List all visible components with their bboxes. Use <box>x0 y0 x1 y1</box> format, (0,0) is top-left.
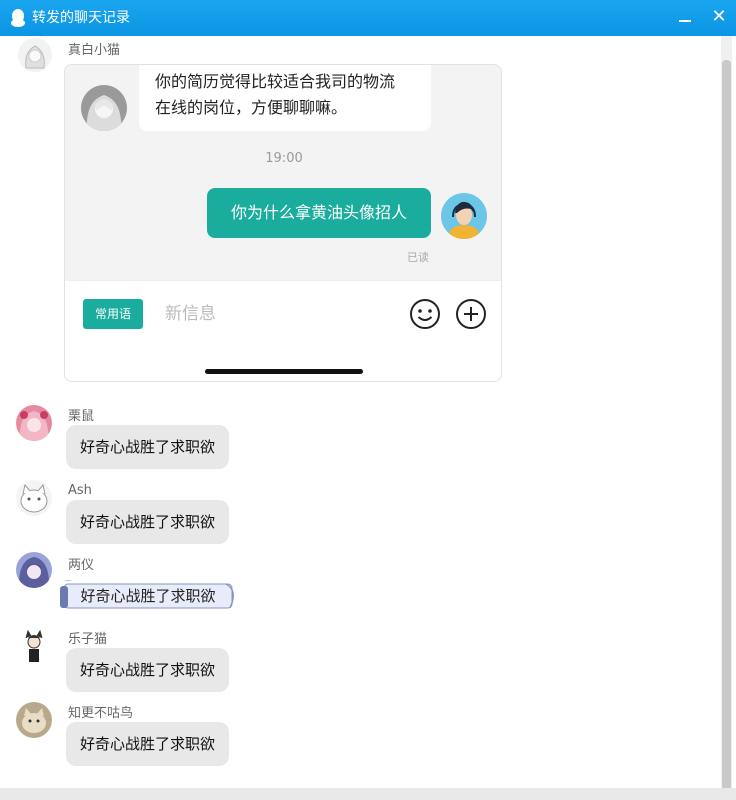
window-title: 转发的聊天记录 <box>32 10 130 26</box>
window-bottom-edge <box>0 788 736 800</box>
smiley-icon <box>410 299 440 329</box>
close-icon[interactable]: ✕ <box>708 6 730 28</box>
message-text: 好奇心战胜了求职欲 <box>80 587 216 605</box>
message-bubble: 好奇心战胜了求职欲 <box>66 648 230 692</box>
avatar[interactable] <box>16 702 52 738</box>
avatar <box>441 193 487 239</box>
message-bubble: 好奇心战胜了求职欲 <box>66 425 230 469</box>
message-input-placeholder: 新信息 <box>165 304 216 324</box>
sender-name: 乐子猫 <box>68 632 108 647</box>
timestamp: 19:00 <box>265 151 303 166</box>
message-bubble: 好奇心战胜了求职欲 <box>60 580 236 612</box>
avatar[interactable] <box>16 405 52 441</box>
message-line: 你的简历觉得比较适合我司的物流 <box>155 72 396 91</box>
forwarded-screenshot[interactable]: 你的简历觉得比较适合我司的物流 在线的岗位，方便聊聊嘛。 19:00 你为什么拿… <box>64 64 502 382</box>
home-indicator <box>205 369 363 374</box>
minimize-icon[interactable] <box>674 6 696 28</box>
sender-name: 知更不咕鸟 <box>68 706 134 721</box>
sender-name: 真白小猫 <box>68 43 121 58</box>
qq-penguin-icon <box>11 9 25 27</box>
message-bubble: 好奇心战胜了求职欲 <box>66 722 230 766</box>
read-status: 已读 <box>407 251 429 264</box>
incoming-message: 你的简历觉得比较适合我司的物流 在线的岗位，方便聊聊嘛。 <box>139 65 431 131</box>
message-bubble: 好奇心战胜了求职欲 <box>66 500 230 544</box>
scrollbar-thumb[interactable] <box>722 60 731 790</box>
input-area: 常用语 新信息 <box>65 280 501 381</box>
title-bar: 转发的聊天记录 ✕ <box>0 0 736 36</box>
outgoing-message: 你为什么拿黄油头像招人 <box>207 188 431 238</box>
avatar[interactable] <box>16 628 52 664</box>
avatar[interactable] <box>18 38 52 72</box>
plus-circle-icon <box>456 299 486 329</box>
sender-name: 两仪 <box>68 558 95 573</box>
sender-name: Ash <box>68 483 92 498</box>
avatar <box>81 85 127 131</box>
quick-phrase-button: 常用语 <box>83 299 143 329</box>
sender-name: 栗鼠 <box>68 409 95 424</box>
message-line: 在线的岗位，方便聊聊嘛。 <box>155 98 348 117</box>
scrollbar[interactable] <box>721 36 732 794</box>
avatar[interactable] <box>16 480 52 516</box>
avatar[interactable] <box>16 552 52 588</box>
